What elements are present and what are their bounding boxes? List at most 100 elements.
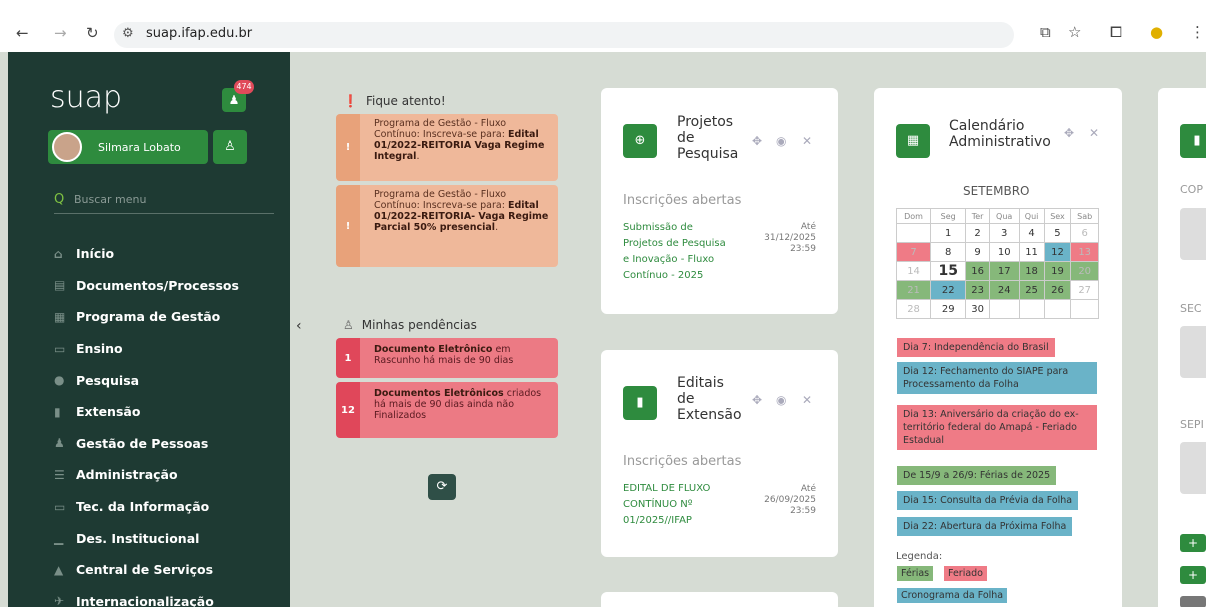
alert-icon: ! [336,185,360,267]
avatar [52,132,82,162]
alerts-header: ❗ Fique atento! [343,94,446,108]
pendencia-item[interactable]: 12 Documentos Eletrônicos criados há mai… [336,382,558,438]
home-icon: ⌂ [54,246,63,261]
alert-icon: ! [336,114,360,181]
legend-ferias: Férias [897,566,934,581]
sidebar-item-ensino[interactable]: ▭ Ensino [54,333,239,365]
sidebar-item-pesquisa[interactable]: ● Pesquisa [54,364,239,396]
browser-toolbar: ← → ↻ ⚙ suap.ifap.edu.br ⧉ ☆ ⧠ ● ⋮ [0,0,1206,52]
search-icon: Q [54,192,65,207]
url-text[interactable]: suap.ifap.edu.br [146,26,252,41]
eye-icon[interactable]: ◉ [776,393,786,407]
user-name[interactable]: Silmara Lobato [98,141,181,154]
collapse-sidebar-icon[interactable]: ‹ [296,318,302,334]
projetos-link[interactable]: Submissão de Projetos de Pesquisa e Inovaç… [623,220,726,284]
pendencias-title: Minhas pendências [361,318,477,332]
extensions-icon[interactable]: ⧠ [1110,23,1122,41]
pendencia-item[interactable]: 1 Documento Eletrônico em Rascunho há ma… [336,338,558,378]
search-input[interactable]: Buscar menu [74,193,146,206]
sidebar-item-label: Ensino [76,341,123,357]
sidebar-item-label: Central de Serviços [76,562,214,578]
pendencia-text: Documentos Eletrônicos criados há mais d… [360,382,558,438]
calendar-event: Dia 22: Abertura da Próxima Folha [897,517,1073,536]
calendar-grid: Dom Seg Ter Qua Qui Sex Sab 123456 7 8 9 10 11 12 13… [895,208,1099,319]
legend-feriado: Feriado [944,566,987,581]
calendar-icon: ▦ [896,124,930,158]
building-icon: ▮ [54,404,61,419]
sidebar: suap ♟ 474 Silmara Lobato ♙ Q Buscar men… [8,52,290,607]
back-icon[interactable]: ← [16,24,29,42]
bookmark-icon[interactable]: ☆ [1068,23,1081,41]
next-card [601,592,838,607]
sidebar-item-label: Extensão [76,404,141,420]
right-label: SEPI [1180,418,1204,431]
editais-title: Editais de Extensão [677,375,742,423]
info-icon: ❗ [343,94,358,108]
sidebar-item-label: Início [76,246,115,262]
notification-badge: 474 [234,80,254,94]
move-icon[interactable]: ✥ [752,393,762,407]
alert-item[interactable]: ! Programa de Gestão - Fluxo Contínuo: I… [336,114,558,181]
sidebar-item-label: Pesquisa [76,372,140,388]
people-icon: ♟ [54,436,65,451]
sidebar-item-des-institucional[interactable]: ▁ Des. Institucional [54,522,239,554]
globe-icon: ⊕ [623,124,657,158]
sidebar-item-label: Des. Institucional [76,530,200,546]
alert-item[interactable]: ! Programa de Gestão - Fluxo Contínuo: I… [336,185,558,267]
sidebar-item-label: Administração [76,467,178,483]
profile-icon[interactable]: ● [1150,23,1163,41]
alert-text: Programa de Gestão - Fluxo Contínuo: Ins… [360,114,558,181]
editais-subtitle: Inscrições abertas [623,454,742,469]
legend-title: Legenda: [896,551,943,562]
move-icon[interactable]: ✥ [752,134,762,148]
right-thumb [1180,208,1206,260]
plane-icon: ✈ [54,594,65,607]
sidebar-item-tec-informacao[interactable]: ▭ Tec. da Informação [54,491,239,523]
sidebar-item-inicio[interactable]: ⌂ Início [54,238,239,270]
monitor-icon: ▭ [54,499,66,514]
search-menu[interactable]: Q Buscar menu [54,192,274,214]
calendario-title: Calendário Administrativo [949,118,1051,150]
sidebar-item-programa-gestao[interactable]: ▦ Programa de Gestão [54,301,239,333]
refresh-button[interactable]: ⟳ [428,474,456,500]
editais-link[interactable]: EDITAL DE FLUXO CONTÍNUO Nº 01/2025//IFAP [623,481,710,529]
list-icon: ☰ [54,467,65,482]
legend-folha: Cronograma da Folha [897,588,1008,603]
menu-icon[interactable]: ⋮ [1190,23,1205,41]
close-icon[interactable]: ✕ [802,134,812,148]
close-icon[interactable]: ✕ [802,393,812,407]
sidebar-item-extensao[interactable]: ▮ Extensão [54,396,239,428]
add-icon[interactable]: + [1180,534,1206,552]
install-icon[interactable]: ⧉ [1040,23,1051,41]
more-button[interactable] [1180,596,1206,607]
alerts-title: Fique atento! [365,94,446,108]
sidebar-item-documentos[interactable]: ▤ Documentos/Processos [54,270,239,302]
globe-icon: ● [54,373,65,388]
user-icon[interactable]: ♙ [213,130,247,164]
calendar-month: SETEMBRO [963,184,1030,198]
close-icon[interactable]: ✕ [1089,126,1099,140]
briefcase-icon: ▦ [54,309,66,324]
sidebar-item-central-servicos[interactable]: ▲ Central de Serviços [54,554,239,586]
suap-logo[interactable]: suap [50,80,122,115]
sidebar-item-internacionalizacao[interactable]: ✈ Internacionalização [54,586,239,607]
reload-icon[interactable]: ↻ [86,24,99,42]
calendar-event: Dia 12: Fechamento do SIAPE para Process… [897,362,1097,394]
chart-icon: ▁ [54,531,64,546]
sidebar-item-label: Programa de Gestão [76,309,221,325]
forward-icon[interactable]: → [54,24,67,42]
pendencia-count: 1 [336,338,360,378]
add-icon[interactable]: + [1180,566,1206,584]
right-thumb [1180,326,1206,378]
sidebar-item-gestao-pessoas[interactable]: ♟ Gestão de Pessoas [54,428,239,460]
calendar-event: Dia 13: Aniversário da criação do ex-ter… [897,405,1097,450]
right-thumb [1180,442,1206,494]
right-label: COP [1180,183,1203,196]
sidebar-item-label: Documentos/Processos [76,277,239,293]
sidebar-item-label: Internacionalização [76,593,214,607]
eye-icon[interactable]: ◉ [776,134,786,148]
cone-icon: ▲ [54,562,64,577]
site-info-icon[interactable]: ⚙ [122,26,134,41]
sidebar-item-administracao[interactable]: ☰ Administração [54,459,239,491]
move-icon[interactable]: ✥ [1064,126,1074,140]
